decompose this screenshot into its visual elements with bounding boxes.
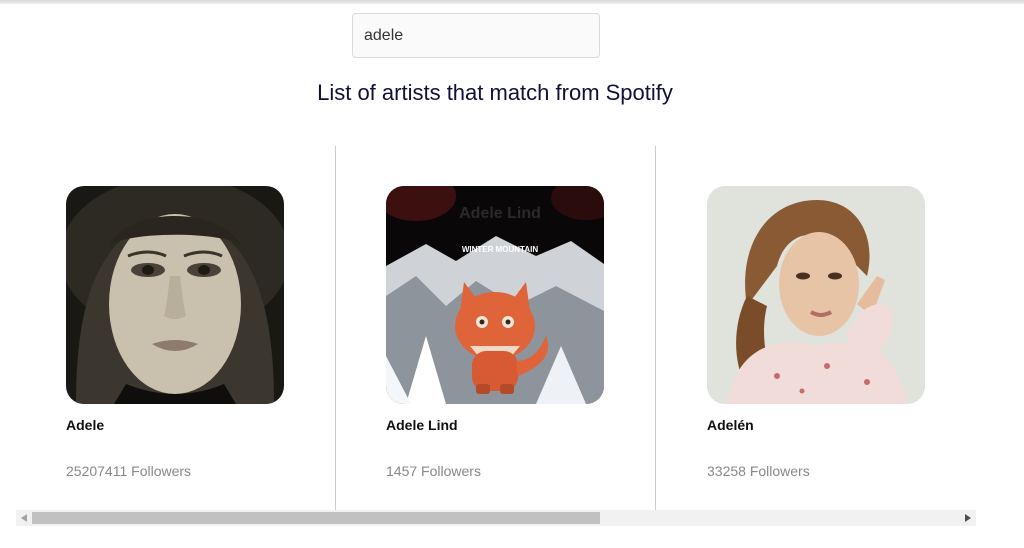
artist-followers: 25207411 Followers (66, 463, 192, 479)
cover-title: Adele Lind (459, 205, 541, 222)
artist-name[interactable]: Adele Lind (386, 417, 458, 433)
scrollbar-thumb[interactable] (32, 512, 600, 524)
triangle-right-icon (965, 514, 971, 522)
artist-followers: 1457 Followers (386, 463, 481, 479)
artist-name[interactable]: Adelén (707, 417, 754, 433)
artist-card[interactable]: Adele Lind WINTER MOUNTAIN Adele Lind 14… (386, 146, 706, 510)
artist-image[interactable] (707, 186, 925, 404)
triangle-left-icon (21, 514, 27, 522)
artist-name[interactable]: Adele (66, 417, 104, 433)
album-art-fox-image: Adele Lind WINTER MOUNTAIN (386, 186, 604, 404)
portrait-image (707, 186, 925, 404)
artist-image[interactable]: Adele Lind WINTER MOUNTAIN (386, 186, 604, 404)
page-title: List of artists that match from Spotify (317, 80, 673, 105)
scroll-left-button[interactable] (16, 510, 32, 526)
artist-search-input[interactable] (352, 13, 600, 58)
artist-followers: 33258 Followers (707, 463, 810, 479)
browser-top-edge (0, 0, 1024, 4)
artist-image[interactable] (66, 186, 284, 404)
portrait-image (66, 186, 284, 404)
artist-card[interactable]: Adelén 33258 Followers (707, 146, 1024, 510)
cover-subtitle: WINTER MOUNTAIN (462, 245, 539, 254)
scroll-right-button[interactable] (960, 510, 976, 526)
horizontal-scrollbar[interactable] (16, 510, 976, 526)
artist-card[interactable]: Adele 25207411 Followers (66, 146, 386, 510)
